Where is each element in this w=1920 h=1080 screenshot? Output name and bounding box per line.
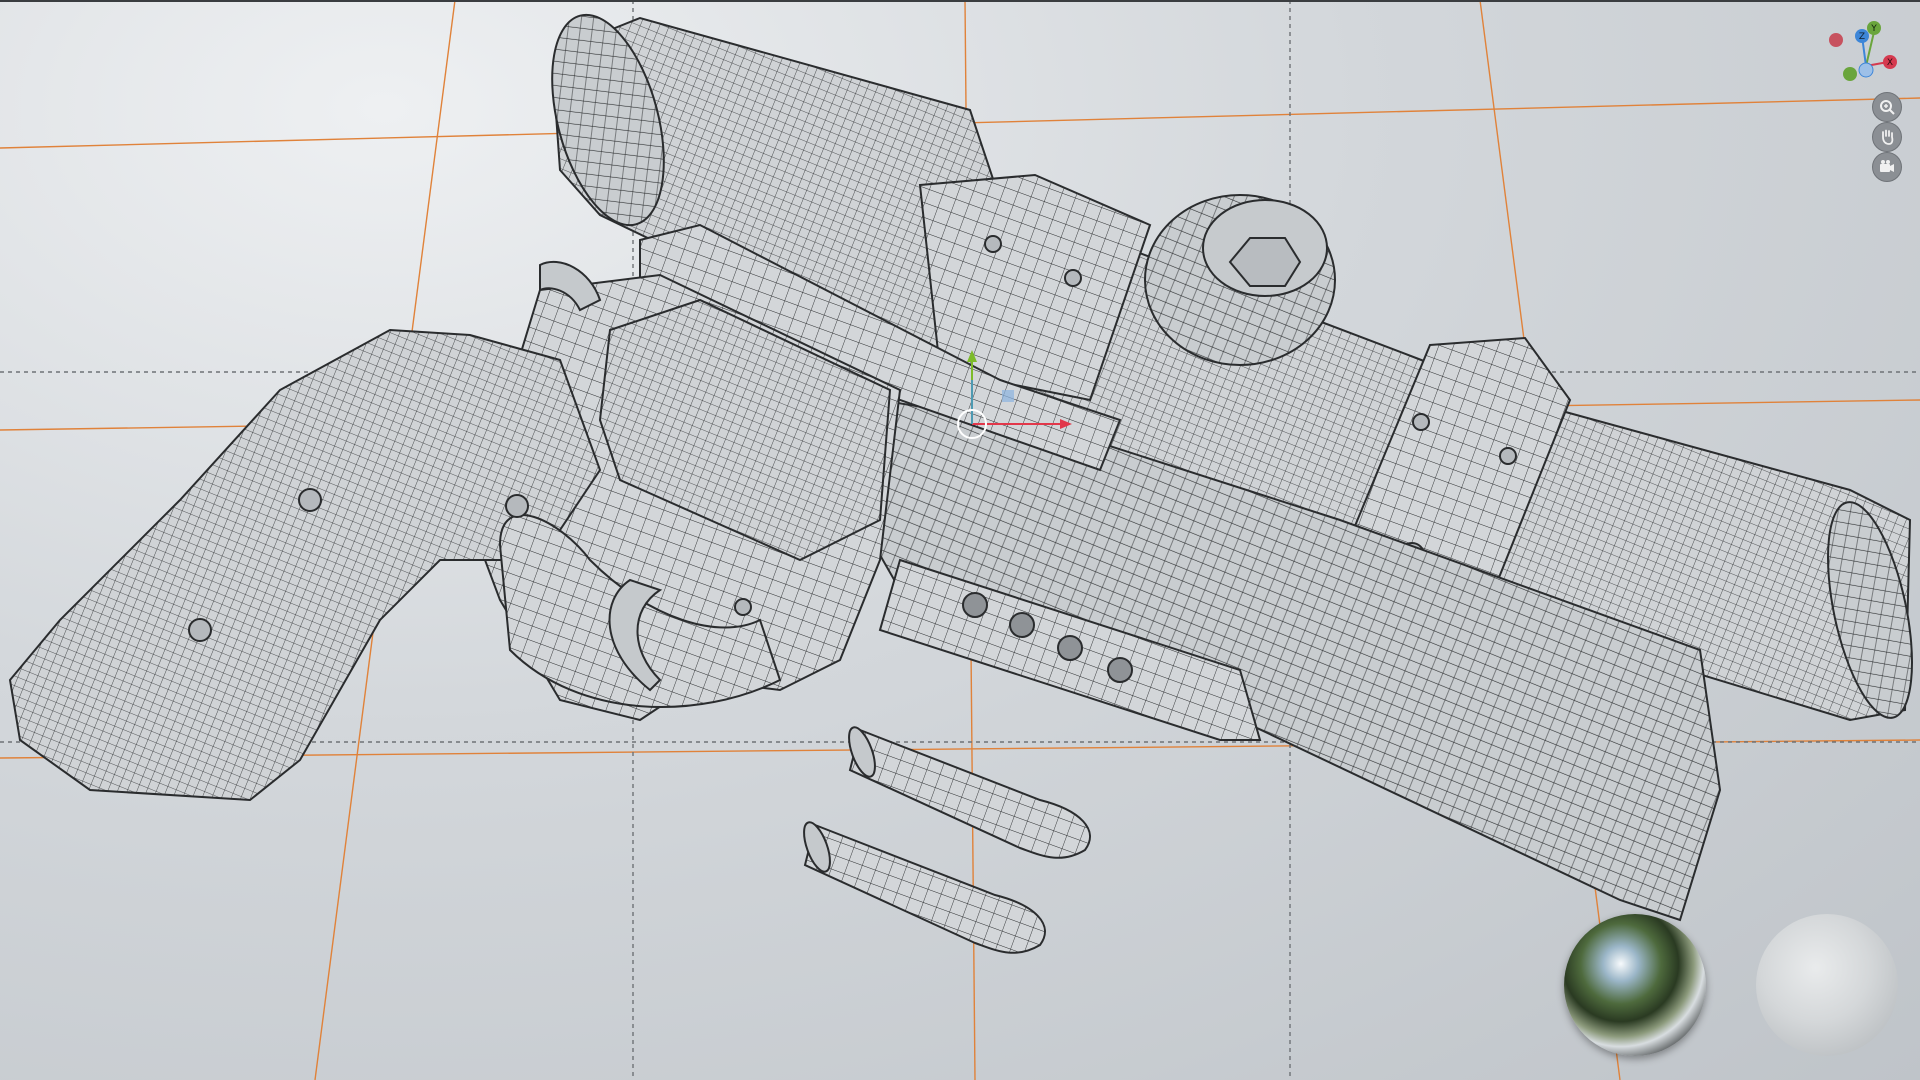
frame-screw — [734, 598, 752, 616]
frame-screw — [505, 494, 529, 518]
revolver-model[interactable] — [8, 223, 1722, 922]
mount-screw — [1499, 447, 1517, 465]
mount-screw — [984, 235, 1002, 253]
camera-icon — [1880, 160, 1894, 172]
grip-screw — [298, 488, 322, 512]
lug-hole — [1107, 657, 1133, 683]
orientation-gizmo[interactable]: Z Y X — [1826, 18, 1906, 90]
zoom-icon — [1880, 100, 1895, 115]
gizmo-z[interactable]: Z — [1855, 29, 1869, 43]
lug-hole — [1057, 635, 1083, 661]
lug-hole — [962, 592, 988, 618]
mount-screw — [1412, 413, 1430, 431]
grip-screw — [188, 618, 212, 642]
gizmo-y[interactable]: Y — [1867, 21, 1881, 35]
svg-text:X: X — [1887, 58, 1893, 68]
mount-screw — [1064, 269, 1082, 287]
gizmo-x[interactable]: X — [1883, 55, 1897, 69]
svg-text:Y: Y — [1870, 24, 1877, 34]
camera-view-button[interactable] — [1872, 152, 1902, 182]
hand-pan-icon — [1882, 129, 1894, 145]
gizmo-neg-z[interactable] — [1858, 62, 1874, 78]
bullet-cartridge — [848, 726, 1091, 859]
zoom-button[interactable] — [1872, 92, 1902, 122]
pan-button[interactable] — [1872, 122, 1902, 152]
gizmo-neg-y[interactable] — [1843, 67, 1857, 81]
hdri-reflection-sphere[interactable] — [1564, 914, 1706, 1056]
bullets[interactable] — [799, 724, 1091, 954]
3d-viewport[interactable]: Z Y X — [0, 0, 1920, 1080]
viewport-top-border — [0, 0, 1920, 2]
lug-hole — [1009, 612, 1035, 638]
gizmo-neg-x[interactable] — [1829, 33, 1843, 47]
svg-text:Z: Z — [1859, 32, 1865, 42]
clay-shading-sphere[interactable] — [1756, 914, 1898, 1056]
gizmo-plane-handle[interactable] — [1002, 390, 1014, 402]
